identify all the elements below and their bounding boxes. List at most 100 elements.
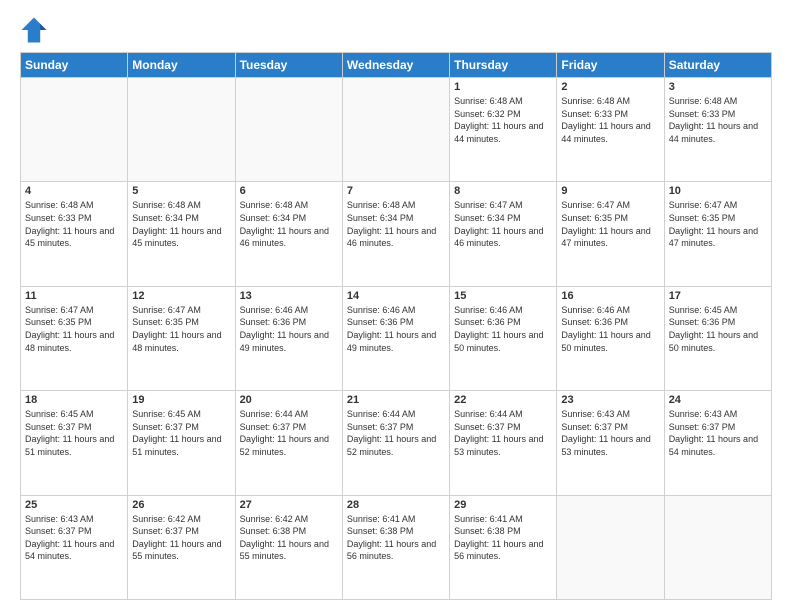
calendar-cell: 14 Sunrise: 6:46 AM Sunset: 6:36 PM Dayli… [342, 286, 449, 390]
day-number: 9 [561, 185, 659, 197]
calendar-cell: 11 Sunrise: 6:47 AM Sunset: 6:35 PM Dayli… [21, 286, 128, 390]
day-number: 14 [347, 290, 445, 302]
day-number: 7 [347, 185, 445, 197]
day-info: Sunrise: 6:45 AM Sunset: 6:36 PM Dayligh… [669, 304, 767, 354]
calendar-cell: 1Sunrise: 6:48 AM Sunset: 6:32 PM Daylig… [450, 78, 557, 182]
calendar-cell: 28 Sunrise: 6:41 AM Sunset: 6:38 PM Dayli… [342, 495, 449, 599]
day-info: Sunrise: 6:46 AM Sunset: 6:36 PM Dayligh… [347, 304, 445, 354]
weekday-header: Wednesday [342, 53, 449, 78]
calendar-cell: 17Sunrise: 6:45 AM Sunset: 6:36 PM Dayli… [664, 286, 771, 390]
day-number: 15 [454, 290, 552, 302]
calendar-cell: 22 Sunrise: 6:44 AM Sunset: 6:37 PM Dayli… [450, 391, 557, 495]
day-number: 16 [561, 290, 659, 302]
calendar-cell [235, 78, 342, 182]
calendar-cell: 3 Sunrise: 6:48 AM Sunset: 6:33 PM Daylig… [664, 78, 771, 182]
day-info: Sunrise: 6:41 AM Sunset: 6:38 PM Dayligh… [347, 513, 445, 563]
day-number: 19 [132, 394, 230, 406]
calendar-cell: 26 Sunrise: 6:42 AM Sunset: 6:37 PM Dayli… [128, 495, 235, 599]
weekday-header: Friday [557, 53, 664, 78]
weekday-header: Tuesday [235, 53, 342, 78]
day-number: 8 [454, 185, 552, 197]
day-info: Sunrise: 6:48 AM Sunset: 6:33 PM Dayligh… [669, 95, 767, 145]
day-info: Sunrise: 6:44 AM Sunset: 6:37 PM Dayligh… [240, 408, 338, 458]
day-info: Sunrise: 6:47 AM Sunset: 6:35 PM Dayligh… [132, 304, 230, 354]
day-number: 26 [132, 499, 230, 511]
calendar-cell: 18 Sunrise: 6:45 AM Sunset: 6:37 PM Dayli… [21, 391, 128, 495]
day-number: 12 [132, 290, 230, 302]
day-info: Sunrise: 6:48 AM Sunset: 6:33 PM Dayligh… [25, 199, 123, 249]
calendar-cell: 12 Sunrise: 6:47 AM Sunset: 6:35 PM Dayli… [128, 286, 235, 390]
calendar-cell [128, 78, 235, 182]
day-number: 5 [132, 185, 230, 197]
calendar-cell [557, 495, 664, 599]
day-info: Sunrise: 6:48 AM Sunset: 6:34 PM Dayligh… [240, 199, 338, 249]
day-info: Sunrise: 6:43 AM Sunset: 6:37 PM Dayligh… [561, 408, 659, 458]
calendar-week-row: 1Sunrise: 6:48 AM Sunset: 6:32 PM Daylig… [21, 78, 772, 182]
calendar-cell: 19Sunrise: 6:45 AM Sunset: 6:37 PM Dayli… [128, 391, 235, 495]
day-number: 3 [669, 81, 767, 93]
day-number: 4 [25, 185, 123, 197]
calendar-cell [342, 78, 449, 182]
day-number: 1 [454, 81, 552, 93]
weekday-header: Saturday [664, 53, 771, 78]
day-info: Sunrise: 6:48 AM Sunset: 6:34 PM Dayligh… [347, 199, 445, 249]
calendar-cell: 2 Sunrise: 6:48 AM Sunset: 6:33 PM Daylig… [557, 78, 664, 182]
day-info: Sunrise: 6:44 AM Sunset: 6:37 PM Dayligh… [454, 408, 552, 458]
day-number: 20 [240, 394, 338, 406]
weekday-header: Sunday [21, 53, 128, 78]
day-info: Sunrise: 6:43 AM Sunset: 6:37 PM Dayligh… [669, 408, 767, 458]
calendar-cell: 25 Sunrise: 6:43 AM Sunset: 6:37 PM Dayli… [21, 495, 128, 599]
day-number: 23 [561, 394, 659, 406]
calendar-cell: 20 Sunrise: 6:44 AM Sunset: 6:37 PM Dayli… [235, 391, 342, 495]
day-info: Sunrise: 6:47 AM Sunset: 6:35 PM Dayligh… [561, 199, 659, 249]
day-number: 2 [561, 81, 659, 93]
header [20, 16, 772, 44]
calendar-cell: 15 Sunrise: 6:46 AM Sunset: 6:36 PM Dayli… [450, 286, 557, 390]
calendar-cell [21, 78, 128, 182]
weekday-header-row: SundayMondayTuesdayWednesdayThursdayFrid… [21, 53, 772, 78]
day-info: Sunrise: 6:47 AM Sunset: 6:35 PM Dayligh… [25, 304, 123, 354]
day-info: Sunrise: 6:46 AM Sunset: 6:36 PM Dayligh… [240, 304, 338, 354]
day-info: Sunrise: 6:47 AM Sunset: 6:35 PM Dayligh… [669, 199, 767, 249]
day-number: 27 [240, 499, 338, 511]
day-number: 24 [669, 394, 767, 406]
logo-icon [20, 16, 48, 44]
calendar-cell: 24 Sunrise: 6:43 AM Sunset: 6:37 PM Dayli… [664, 391, 771, 495]
calendar: SundayMondayTuesdayWednesdayThursdayFrid… [20, 52, 772, 600]
day-info: Sunrise: 6:44 AM Sunset: 6:37 PM Dayligh… [347, 408, 445, 458]
calendar-cell: 16 Sunrise: 6:46 AM Sunset: 6:36 PM Dayli… [557, 286, 664, 390]
day-number: 13 [240, 290, 338, 302]
day-info: Sunrise: 6:41 AM Sunset: 6:38 PM Dayligh… [454, 513, 552, 563]
calendar-cell: 21 Sunrise: 6:44 AM Sunset: 6:37 PM Dayli… [342, 391, 449, 495]
calendar-week-row: 18 Sunrise: 6:45 AM Sunset: 6:37 PM Dayli… [21, 391, 772, 495]
day-info: Sunrise: 6:48 AM Sunset: 6:33 PM Dayligh… [561, 95, 659, 145]
calendar-cell: 4 Sunrise: 6:48 AM Sunset: 6:33 PM Daylig… [21, 182, 128, 286]
calendar-cell [664, 495, 771, 599]
day-number: 18 [25, 394, 123, 406]
calendar-cell: 27 Sunrise: 6:42 AM Sunset: 6:38 PM Dayli… [235, 495, 342, 599]
day-info: Sunrise: 6:42 AM Sunset: 6:38 PM Dayligh… [240, 513, 338, 563]
day-number: 22 [454, 394, 552, 406]
weekday-header: Thursday [450, 53, 557, 78]
day-number: 11 [25, 290, 123, 302]
calendar-week-row: 11 Sunrise: 6:47 AM Sunset: 6:35 PM Dayli… [21, 286, 772, 390]
day-number: 10 [669, 185, 767, 197]
day-info: Sunrise: 6:42 AM Sunset: 6:37 PM Dayligh… [132, 513, 230, 563]
day-info: Sunrise: 6:45 AM Sunset: 6:37 PM Dayligh… [25, 408, 123, 458]
calendar-cell: 23 Sunrise: 6:43 AM Sunset: 6:37 PM Dayli… [557, 391, 664, 495]
calendar-cell: 9 Sunrise: 6:47 AM Sunset: 6:35 PM Daylig… [557, 182, 664, 286]
day-number: 6 [240, 185, 338, 197]
day-info: Sunrise: 6:47 AM Sunset: 6:34 PM Dayligh… [454, 199, 552, 249]
day-number: 25 [25, 499, 123, 511]
day-info: Sunrise: 6:43 AM Sunset: 6:37 PM Dayligh… [25, 513, 123, 563]
calendar-cell: 5 Sunrise: 6:48 AM Sunset: 6:34 PM Daylig… [128, 182, 235, 286]
day-number: 28 [347, 499, 445, 511]
calendar-cell: 29Sunrise: 6:41 AM Sunset: 6:38 PM Dayli… [450, 495, 557, 599]
day-info: Sunrise: 6:46 AM Sunset: 6:36 PM Dayligh… [561, 304, 659, 354]
day-info: Sunrise: 6:46 AM Sunset: 6:36 PM Dayligh… [454, 304, 552, 354]
day-number: 21 [347, 394, 445, 406]
day-info: Sunrise: 6:48 AM Sunset: 6:34 PM Dayligh… [132, 199, 230, 249]
page: SundayMondayTuesdayWednesdayThursdayFrid… [0, 0, 792, 612]
calendar-cell: 7 Sunrise: 6:48 AM Sunset: 6:34 PM Daylig… [342, 182, 449, 286]
calendar-cell: 6 Sunrise: 6:48 AM Sunset: 6:34 PM Daylig… [235, 182, 342, 286]
